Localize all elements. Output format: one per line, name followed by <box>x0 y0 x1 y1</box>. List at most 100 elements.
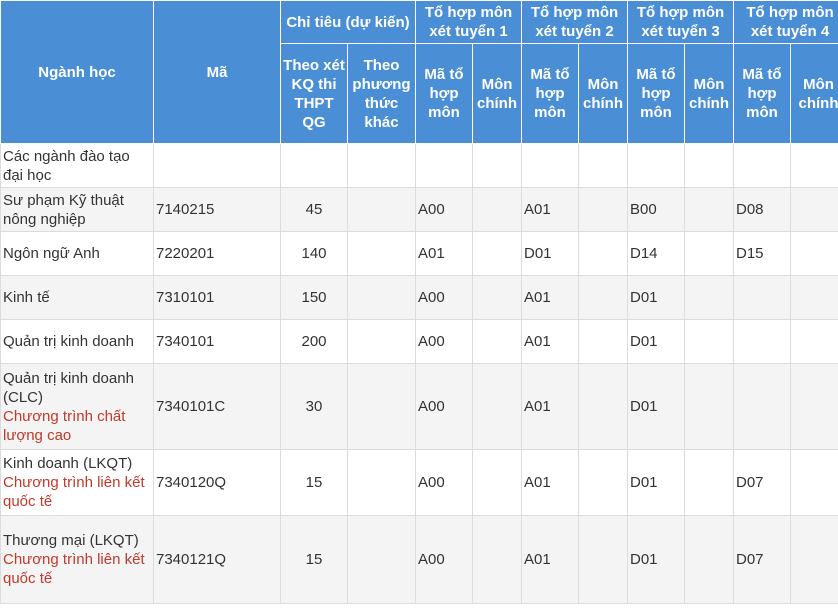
cell-combo-4 <box>733 275 791 320</box>
table-body: Các ngành đào tạo đại học Sư phạm Kỹ thu… <box>0 143 838 604</box>
program-name: Quản trị kinh doanh <box>3 333 134 350</box>
header-ma-to-hop-4: Mã tổ hợp môn <box>733 43 791 144</box>
cell-combo-2: A01 <box>521 275 579 320</box>
cell-main-4 <box>790 231 838 276</box>
cell-code: 7340101C <box>153 363 281 450</box>
cell-name: Ngôn ngữ Anh <box>0 231 154 276</box>
cell-code: 7340101 <box>153 319 281 364</box>
cell-code: 7220201 <box>153 231 281 276</box>
cell-quota: 15 <box>280 515 348 604</box>
table-row: Thương mại (LKQT) Chương trình liên kết q… <box>0 515 838 604</box>
cell-combo-3: D01 <box>627 363 685 450</box>
cell-combo-2: A01 <box>521 515 579 604</box>
cell-main-2 <box>578 231 628 276</box>
cell-combo-4: D15 <box>733 231 791 276</box>
cell-main-1 <box>472 363 522 450</box>
header-mon-chinh-1: Môn chính <box>472 43 522 144</box>
cell-combo-2: A01 <box>521 363 579 450</box>
cell-main-4 <box>790 319 838 364</box>
cell-name: Thương mại (LKQT) Chương trình liên kết q… <box>0 515 154 604</box>
cell-main-1 <box>472 275 522 320</box>
cell-main-1 <box>472 143 522 188</box>
cell-quota: 15 <box>280 449 348 516</box>
cell-main-4 <box>790 449 838 516</box>
cell-combo-3: D01 <box>627 319 685 364</box>
header-tohop-1: Tổ hợp môn xét tuyển 1 <box>415 0 522 44</box>
cell-combo-3: D01 <box>627 449 685 516</box>
cell-quota <box>280 143 348 188</box>
cell-main-2 <box>578 319 628 364</box>
cell-main-3 <box>684 363 734 450</box>
cell-combo-1: A00 <box>415 187 473 232</box>
header-mon-chinh-3: Môn chính <box>684 43 734 144</box>
header-theo-khac: Theo phương thức khác <box>347 43 416 144</box>
cell-main-1 <box>472 515 522 604</box>
header-nganh: Ngành học <box>0 0 154 144</box>
cell-main-1 <box>472 319 522 364</box>
cell-combo-2: D01 <box>521 231 579 276</box>
cell-code <box>153 143 281 188</box>
cell-main-4 <box>790 275 838 320</box>
header-tohop-2: Tổ hợp môn xét tuyển 2 <box>521 0 628 44</box>
program-note: Chương trình liên kết quốc tế <box>3 551 145 587</box>
cell-code: 7340121Q <box>153 515 281 604</box>
cell-combo-3: D01 <box>627 275 685 320</box>
cell-quota: 140 <box>280 231 348 276</box>
header-tohop-4: Tổ hợp môn xét tuyển 4 <box>733 0 838 44</box>
table-row: Quản trị kinh doanh (CLC) Chương trình ch… <box>0 363 838 450</box>
cell-combo-2: A01 <box>521 449 579 516</box>
cell-combo-3: D14 <box>627 231 685 276</box>
cell-combo-1 <box>415 143 473 188</box>
header-ma-to-hop-1: Mã tổ hợp môn <box>415 43 473 144</box>
cell-main-4 <box>790 143 838 188</box>
cell-main-3 <box>684 275 734 320</box>
cell-code: 7140215 <box>153 187 281 232</box>
admissions-table: Ngành học Mã Chỉ tiêu (dự kiến) Tổ hợp m… <box>0 0 838 604</box>
header-chitieu: Chỉ tiêu (dự kiến) <box>280 0 416 44</box>
cell-other <box>347 363 416 450</box>
cell-quota: 45 <box>280 187 348 232</box>
cell-main-1 <box>472 449 522 516</box>
cell-combo-4: D08 <box>733 187 791 232</box>
cell-combo-1: A00 <box>415 319 473 364</box>
cell-main-3 <box>684 187 734 232</box>
cell-combo-1: A01 <box>415 231 473 276</box>
cell-combo-1: A00 <box>415 363 473 450</box>
header-ma-to-hop-2: Mã tổ hợp môn <box>521 43 579 144</box>
program-note: Chương trình liên kết quốc tế <box>3 474 145 510</box>
program-name: Kinh tế <box>3 289 50 306</box>
cell-other <box>347 231 416 276</box>
program-note: Chương trình chất lượng cao <box>3 407 126 444</box>
cell-main-4 <box>790 187 838 232</box>
cell-main-3 <box>684 449 734 516</box>
cell-name: Quản trị kinh doanh <box>0 319 154 364</box>
cell-main-2 <box>578 449 628 516</box>
cell-other <box>347 319 416 364</box>
header-mon-chinh-2: Môn chính <box>578 43 628 144</box>
program-name: Ngôn ngữ Anh <box>3 245 100 262</box>
program-name: Sư phạm Kỹ thuật nông nghiệp <box>3 191 124 228</box>
cell-quota: 150 <box>280 275 348 320</box>
program-name: Kinh doanh (LKQT) <box>3 455 133 472</box>
cell-main-2 <box>578 515 628 604</box>
cell-main-2 <box>578 363 628 450</box>
cell-other <box>347 275 416 320</box>
cell-main-1 <box>472 187 522 232</box>
cell-combo-3 <box>627 143 685 188</box>
cell-main-2 <box>578 275 628 320</box>
cell-name: Các ngành đào tạo đại học <box>0 143 154 188</box>
program-name: Các ngành đào tạo đại học <box>3 147 130 184</box>
table-row: Kinh doanh (LKQT) Chương trình liên kết q… <box>0 449 838 516</box>
header-theo-thpt: Theo xét KQ thi THPT QG <box>280 43 348 144</box>
cell-quota: 30 <box>280 363 348 450</box>
cell-other <box>347 449 416 516</box>
cell-combo-3: D01 <box>627 515 685 604</box>
header-tohop-3: Tổ hợp môn xét tuyển 3 <box>627 0 734 44</box>
cell-combo-4 <box>733 143 791 188</box>
cell-other <box>347 515 416 604</box>
cell-main-3 <box>684 319 734 364</box>
cell-combo-4: D07 <box>733 515 791 604</box>
cell-main-4 <box>790 363 838 450</box>
cell-name: Kinh tế <box>0 275 154 320</box>
cell-main-3 <box>684 231 734 276</box>
